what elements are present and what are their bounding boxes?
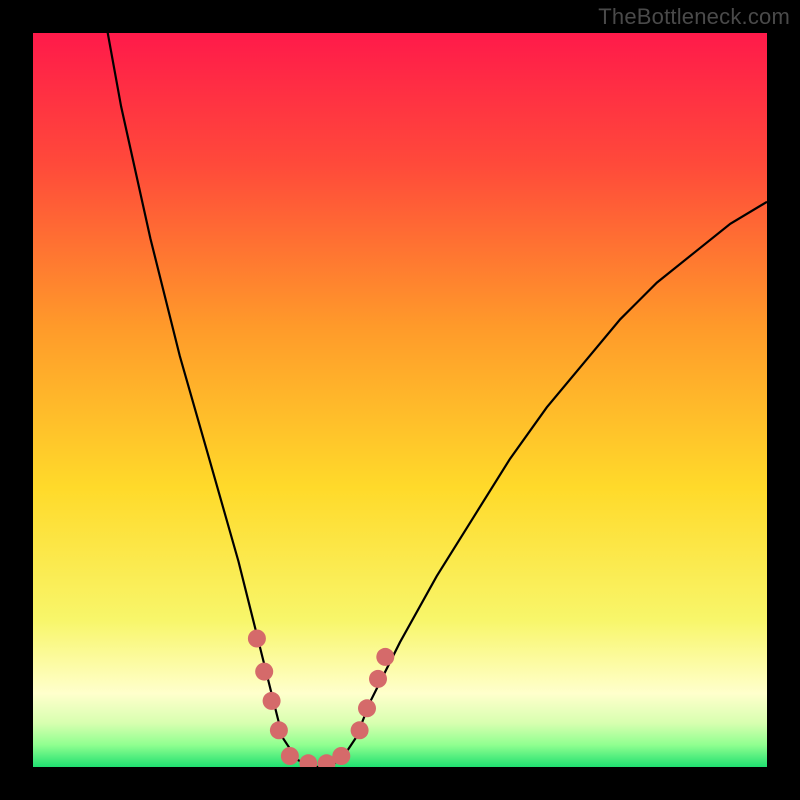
curve-marker	[369, 670, 387, 688]
watermark-text: TheBottleneck.com	[598, 4, 790, 30]
curve-marker	[248, 630, 266, 648]
curve-marker	[270, 721, 288, 739]
curve-marker	[281, 747, 299, 765]
curve-marker	[376, 648, 394, 666]
curve-marker	[332, 747, 350, 765]
chart-plot-area	[33, 33, 767, 767]
curve-marker	[351, 721, 369, 739]
gradient-bg	[33, 33, 767, 767]
curve-marker	[358, 699, 376, 717]
curve-marker	[255, 663, 273, 681]
chart-svg	[33, 33, 767, 767]
curve-marker	[263, 692, 281, 710]
